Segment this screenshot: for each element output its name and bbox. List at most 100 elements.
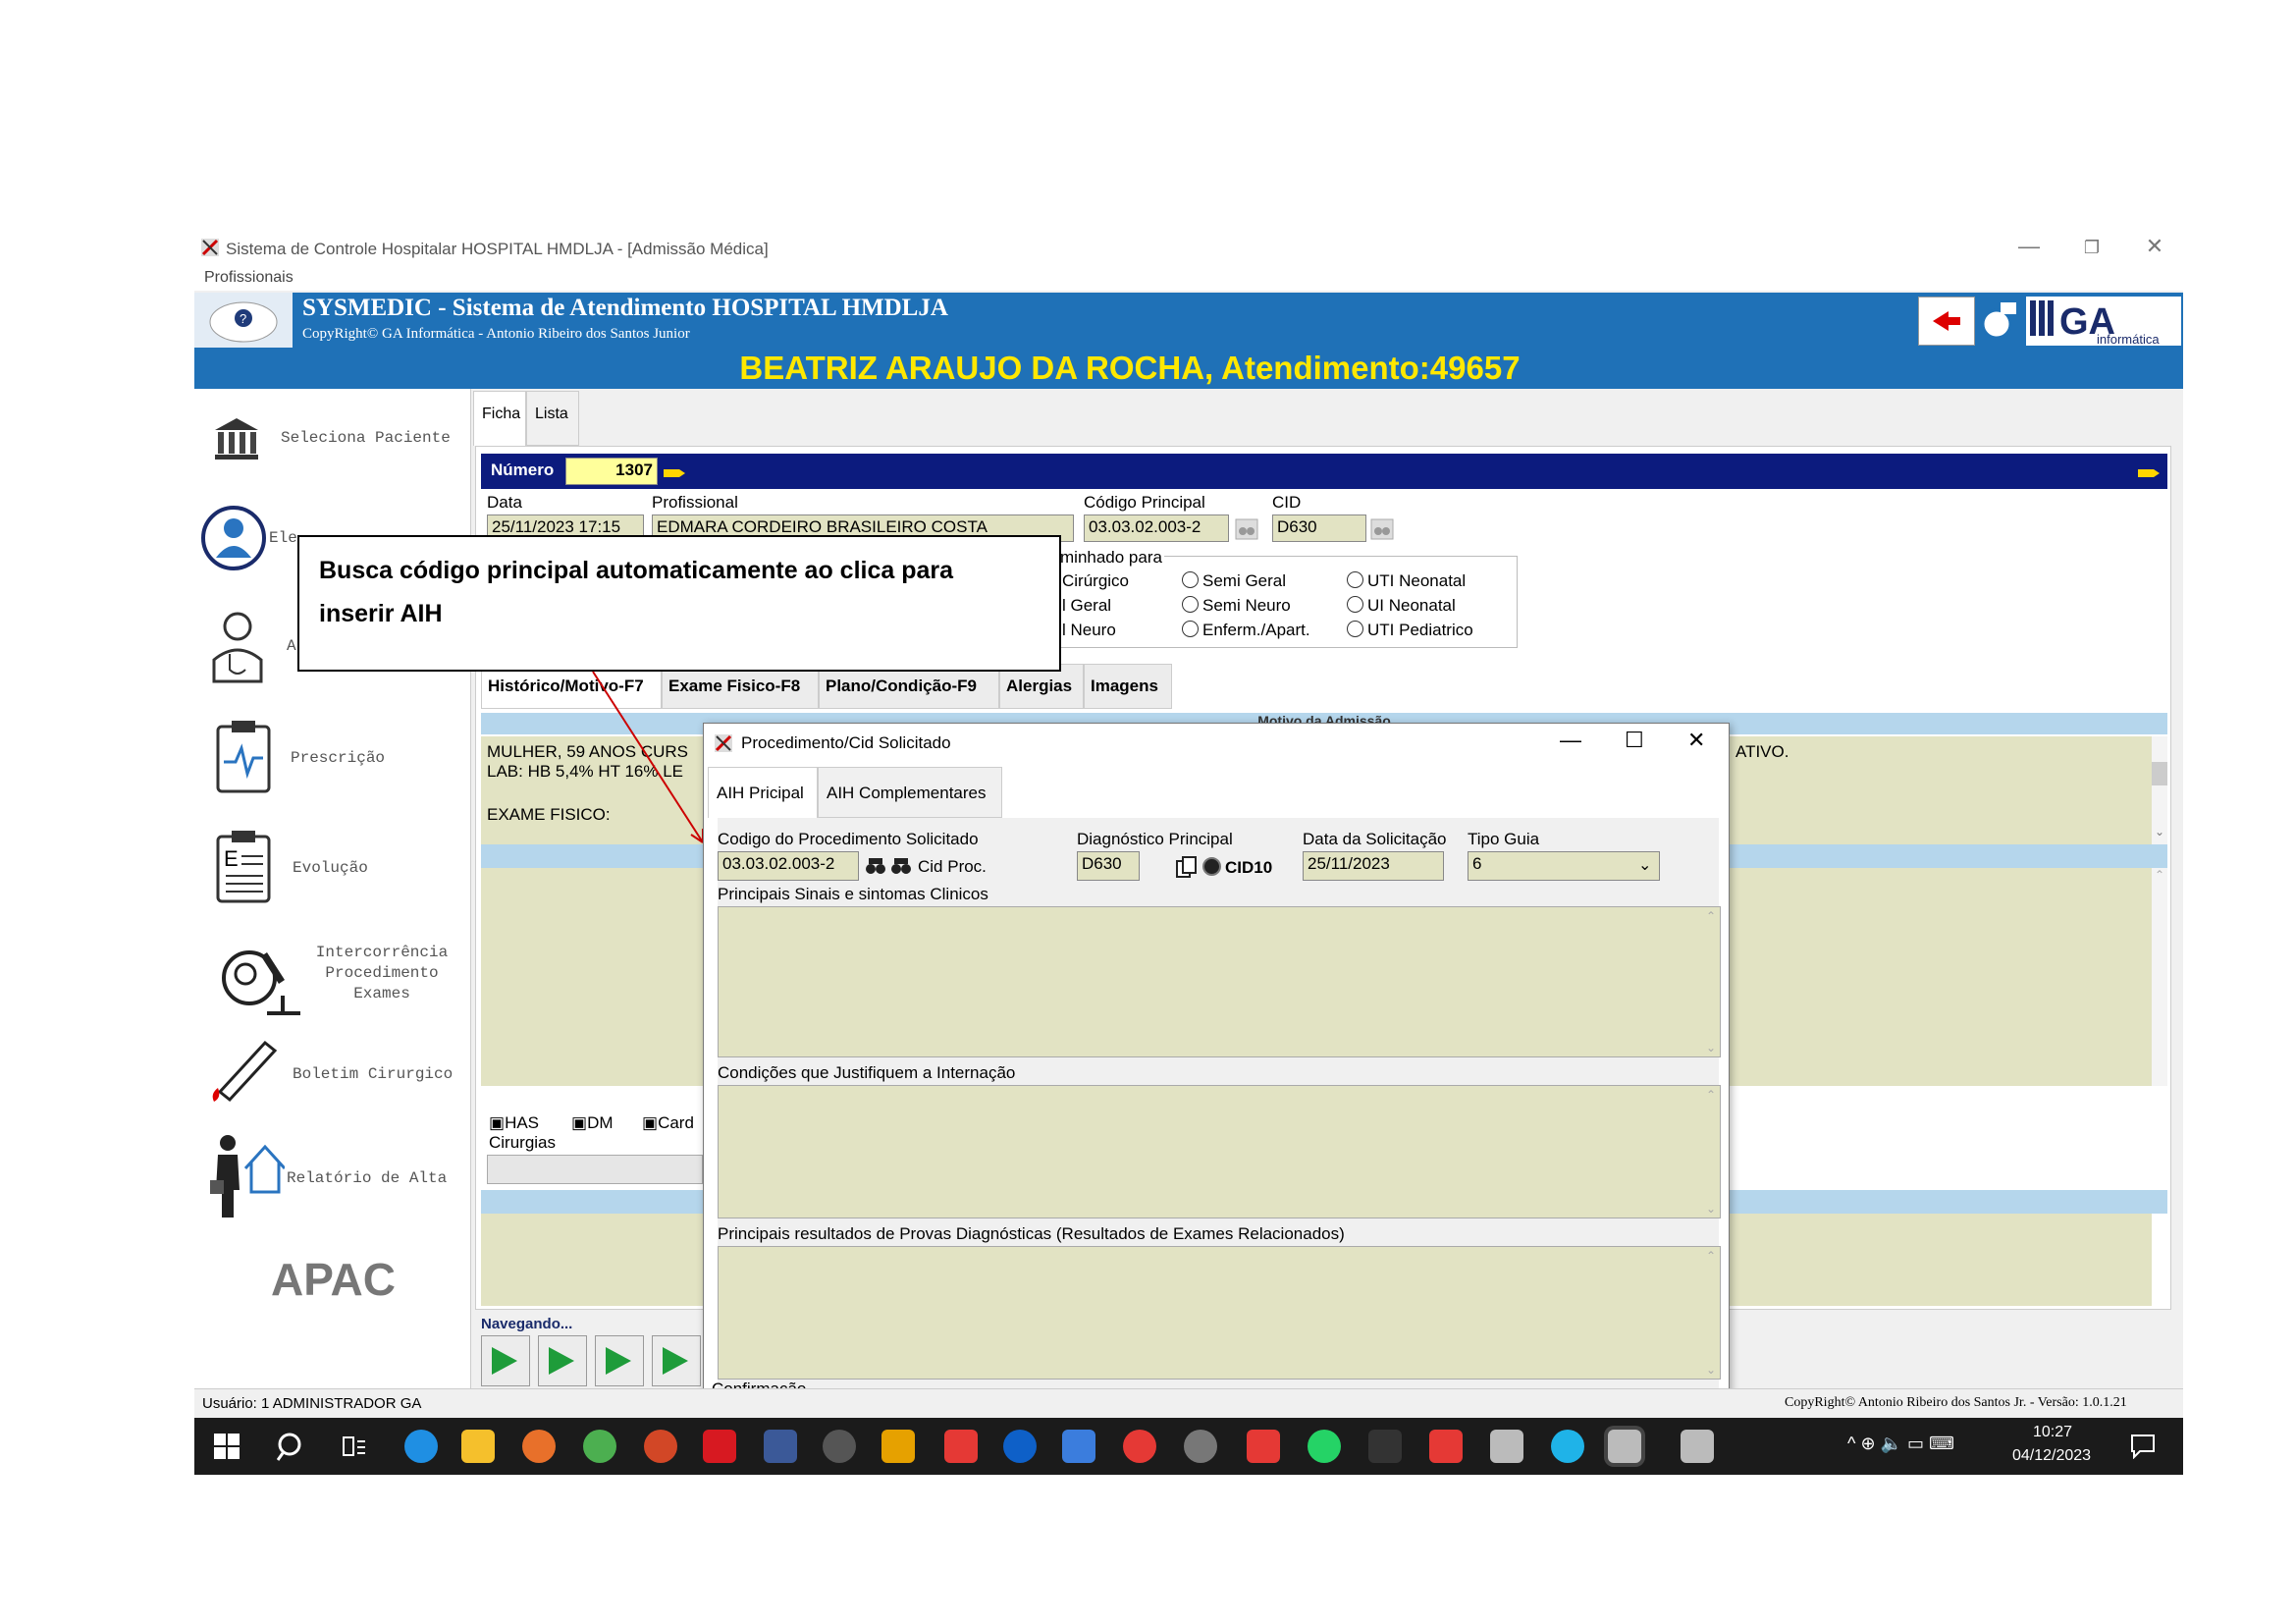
edge-icon[interactable] — [404, 1430, 438, 1463]
provas-textarea[interactable]: ⌃ ⌄ — [718, 1246, 1721, 1380]
sidebar-item-boletim-cirurgico[interactable]: Boletim Cirurgico — [194, 1031, 469, 1113]
tab-imagens[interactable]: Imagens — [1084, 664, 1172, 709]
camera-icon[interactable] — [823, 1430, 856, 1463]
windows-start-icon[interactable] — [214, 1434, 240, 1459]
cid-field[interactable]: D630 — [1272, 514, 1366, 542]
chevron-down-icon[interactable]: ⌄ — [1638, 855, 1651, 875]
app-icon — [201, 239, 219, 256]
radio-uti-neonatal[interactable]: UTI Neonatal — [1347, 571, 1466, 591]
radio-neuro[interactable]: l Neuro — [1062, 621, 1116, 640]
radio-ui-neonatal[interactable]: UI Neonatal — [1347, 596, 1456, 616]
sysmedic-icon[interactable] — [1681, 1430, 1714, 1463]
next-icon — [606, 1347, 631, 1375]
minimize-button[interactable]: — — [2004, 234, 2054, 259]
checkbox-has[interactable]: ▣HAS — [489, 1113, 539, 1133]
checkbox-card[interactable]: ▣Card — [642, 1113, 694, 1133]
main-tabs: Ficha Lista — [473, 391, 2173, 446]
radio-semi-geral[interactable]: Semi Geral — [1182, 571, 1286, 591]
task-view-icon[interactable] — [342, 1434, 367, 1459]
menu-profissionais[interactable]: Profissionais — [204, 269, 294, 287]
notifications-icon[interactable] — [2130, 1434, 2156, 1459]
radio-enferm-apart[interactable]: Enferm./Apart. — [1182, 621, 1310, 640]
search-icon[interactable] — [277, 1432, 306, 1461]
app-l-icon[interactable] — [1368, 1430, 1402, 1463]
browser-icon[interactable] — [1551, 1430, 1584, 1463]
scrollbar[interactable]: ⌃ — [2152, 868, 2167, 1086]
dialog-close-button[interactable]: ✕ — [1687, 728, 1705, 753]
sysmedic-active-icon[interactable] — [1608, 1430, 1641, 1463]
pointer-hand-icon[interactable] — [662, 463, 687, 479]
sidebar-item-seleciona-paciente[interactable]: Seleciona Paciente — [194, 408, 469, 467]
motivo-line1-tail: ATIVO. — [1735, 742, 1789, 761]
pointer-hand-icon[interactable] — [2136, 463, 2162, 479]
radio-uti-pediatrico[interactable]: UTI Pediatrico — [1347, 621, 1473, 640]
sidebar-item-evolucao[interactable]: E Evolução — [194, 829, 469, 907]
clock-date[interactable]: 04/12/2023 — [2012, 1447, 2091, 1465]
binoculars-icon[interactable] — [1370, 518, 1394, 540]
file-explorer-icon[interactable] — [461, 1430, 495, 1463]
scrollbar[interactable]: ⌄ — [2152, 736, 2167, 844]
chrome-icon[interactable] — [583, 1430, 616, 1463]
teamviewer-icon[interactable] — [1003, 1430, 1037, 1463]
close-button[interactable]: ✕ — [2130, 234, 2179, 259]
binoculars-icon[interactable] — [890, 855, 912, 877]
radio-cirurgico[interactable]: Cirúrgico — [1062, 571, 1129, 591]
checkbox-dm[interactable]: ▣DM — [571, 1113, 614, 1133]
nav-last-button[interactable] — [652, 1335, 701, 1386]
sidebar-item-relatorio-alta[interactable]: Relatório de Alta — [194, 1133, 469, 1221]
dialog-minimize-button[interactable]: — — [1560, 728, 1581, 753]
sysmedic-icon[interactable] — [1490, 1430, 1523, 1463]
sidebar-label: Intercorrência Procedimento Exames — [315, 944, 449, 1002]
cid10-radio[interactable]: CID10 — [1202, 857, 1272, 878]
tray-icons[interactable]: ^ ⊕ 🔈 ▭ ⌨ — [1847, 1434, 1954, 1454]
discharge-icon — [210, 1135, 285, 1218]
obs-icon[interactable] — [1184, 1430, 1217, 1463]
help-button[interactable]: ? — [194, 293, 293, 348]
binoculars-icon[interactable] — [865, 855, 886, 877]
app-red-icon[interactable] — [1123, 1430, 1156, 1463]
sinais-textarea[interactable]: ⌃ ⌄ — [718, 906, 1721, 1057]
acrobat-icon[interactable] — [703, 1430, 736, 1463]
tab-aih-principal[interactable]: AIH Pricipal — [708, 767, 818, 818]
radio-semi-neuro[interactable]: Semi Neuro — [1182, 596, 1291, 616]
dialog-maximize-button[interactable]: ☐ — [1625, 728, 1644, 753]
restore-button[interactable]: ❐ — [2067, 238, 2116, 258]
apac-label[interactable]: APAC — [271, 1253, 396, 1306]
nav-prev-button[interactable] — [538, 1335, 587, 1386]
nav-first-button[interactable] — [481, 1335, 530, 1386]
chart-icon[interactable] — [1062, 1430, 1095, 1463]
svg-text:?: ? — [240, 311, 246, 326]
tab-aih-complementares[interactable]: AIH Complementares — [818, 767, 1002, 818]
sidebar-item-intercorrencia[interactable]: Intercorrência Procedimento Exames — [194, 935, 469, 1023]
anydesk-icon[interactable] — [1247, 1430, 1280, 1463]
cid-proc-label[interactable]: Cid Proc. — [918, 857, 987, 877]
cube-icon[interactable] — [881, 1430, 915, 1463]
nav-next-button[interactable] — [595, 1335, 644, 1386]
codigo-principal-field[interactable]: 03.03.02.003-2 — [1084, 514, 1229, 542]
firefox-icon[interactable] — [522, 1430, 556, 1463]
copy-icon[interactable] — [1175, 855, 1199, 879]
numero-field[interactable]: 1307 — [565, 458, 658, 485]
codigo-procedimento-field[interactable]: 03.03.02.003-2 — [718, 851, 859, 881]
binoculars-icon[interactable] — [1235, 518, 1258, 540]
medical-cross-icon[interactable] — [944, 1430, 978, 1463]
whatsapp-icon[interactable] — [1308, 1430, 1341, 1463]
tab-lista[interactable]: Lista — [526, 391, 579, 446]
status-user: Usuário: 1 ADMINISTRADOR GA — [202, 1395, 422, 1412]
anydesk-icon[interactable] — [1429, 1430, 1463, 1463]
tipo-guia-select[interactable]: 6 — [1468, 851, 1660, 881]
powerpoint-icon[interactable] — [644, 1430, 677, 1463]
condicoes-textarea[interactable]: ⌃ ⌄ — [718, 1085, 1721, 1218]
cirurgias-field[interactable] — [487, 1155, 703, 1184]
diagnostico-field[interactable]: D630 — [1077, 851, 1140, 881]
radio-geral[interactable]: l Geral — [1062, 596, 1111, 616]
network-tool-icon[interactable] — [764, 1430, 797, 1463]
app-title: SYSMEDIC - Sistema de Atendimento HOSPIT… — [302, 295, 948, 321]
sidebar-item-prescricao[interactable]: Prescrição — [194, 719, 469, 797]
data-solicitacao-field[interactable]: 25/11/2023 — [1303, 851, 1444, 881]
back-button[interactable] — [1918, 297, 1975, 346]
ga-logo-icon: GAinformática — [2030, 300, 2160, 347]
tab-ficha[interactable]: Ficha — [473, 391, 526, 446]
clock-time[interactable]: 10:27 — [2018, 1424, 2087, 1441]
connection-button[interactable] — [1977, 297, 2022, 344]
